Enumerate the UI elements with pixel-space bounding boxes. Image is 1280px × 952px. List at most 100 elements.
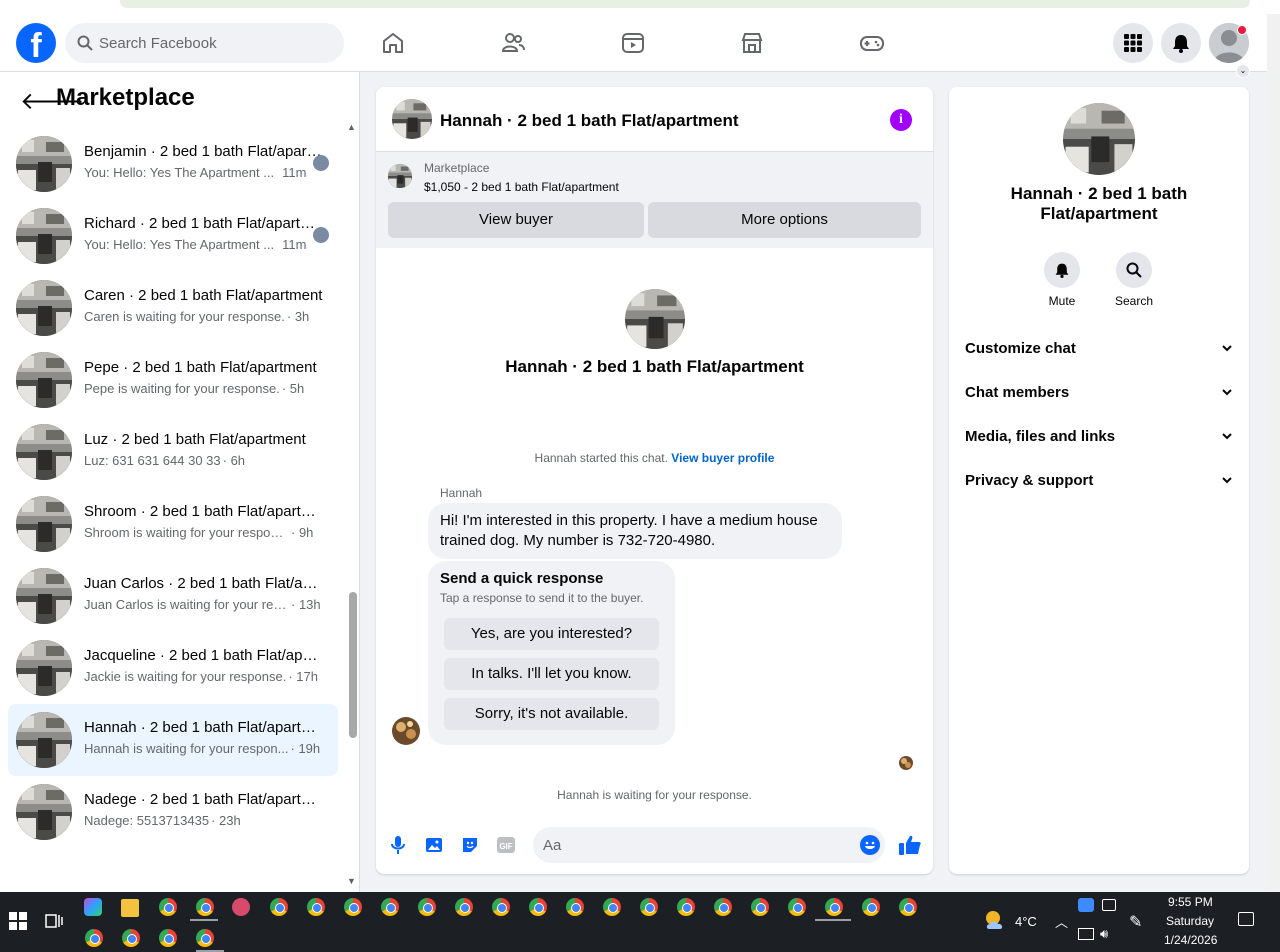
conversation-row[interactable]: Shroom · 2 bed 1 bath Flat/apartment Shro… — [8, 488, 338, 560]
sender-avatar[interactable] — [392, 717, 420, 745]
pen-icon[interactable]: ✎ — [1129, 912, 1142, 932]
chrome-taskbar-icon[interactable] — [603, 898, 621, 916]
conversation-row[interactable]: Pepe · 2 bed 1 bath Flat/apartment Pepe i… — [8, 344, 338, 416]
conversation-list: Keyel · 2 bed 1 bath Flat/apartmentYou: … — [8, 72, 338, 848]
search-input[interactable] — [99, 23, 329, 63]
quick-response-button[interactable]: Yes, are you interested? — [444, 618, 659, 650]
copilot-icon[interactable] — [84, 898, 102, 916]
conversation-row[interactable]: Hannah · 2 bed 1 bath Flat/apartment Hann… — [8, 704, 338, 776]
conversation-row[interactable]: Luz · 2 bed 1 bath Flat/apartment Luz: 63… — [8, 416, 338, 488]
chrome-taskbar-icon[interactable] — [751, 898, 769, 916]
search-conversation-button[interactable]: Search — [1104, 252, 1164, 308]
conversation-row[interactable]: Benjamin · 2 bed 1 bath Flat/apartment Yo… — [8, 128, 338, 200]
chrome-taskbar-icon[interactable] — [196, 898, 214, 916]
notifications-icon[interactable] — [1161, 23, 1201, 63]
mute-button[interactable]: Mute — [1032, 252, 1092, 308]
chrome-taskbar-icon[interactable] — [640, 898, 658, 916]
onedrive-icon[interactable] — [1078, 898, 1094, 912]
conversation-time: · 3h — [286, 309, 310, 324]
notification-center-icon[interactable] — [1238, 912, 1254, 926]
volume-icon[interactable]: 🔊︎ — [1100, 926, 1108, 942]
sticker-icon[interactable] — [458, 833, 482, 857]
menu-grid-icon[interactable] — [1113, 23, 1153, 63]
gif-icon[interactable]: GIF — [494, 833, 518, 857]
chrome-taskbar-icon[interactable] — [788, 898, 806, 916]
clock-time[interactable]: 9:55 PM — [1168, 895, 1213, 909]
sidebar-scrollbar-thumb[interactable] — [349, 592, 357, 738]
chrome-taskbar-icon[interactable] — [492, 898, 510, 916]
message-composer[interactable] — [533, 827, 885, 863]
listing-thumbnail[interactable] — [392, 99, 432, 139]
chrome-taskbar-icon[interactable] — [677, 898, 695, 916]
customize-chat-section[interactable]: Customize chat — [965, 327, 1233, 371]
weather-icon[interactable] — [983, 909, 1007, 931]
conversation-row[interactable]: Nadege · 2 bed 1 bath Flat/apartment Nade… — [8, 776, 338, 848]
app-icon[interactable] — [232, 898, 250, 916]
bell-icon — [1044, 252, 1080, 288]
chrome-taskbar-icon[interactable] — [566, 898, 584, 916]
emoji-icon[interactable] — [860, 835, 880, 855]
conversation-row[interactable]: Juan Carlos · 2 bed 1 bath Flat/apartmen… — [8, 560, 338, 632]
chrome-taskbar-icon[interactable] — [714, 898, 732, 916]
conversation-row[interactable]: Caren · 2 bed 1 bath Flat/apartment Caren… — [8, 272, 338, 344]
privacy-support-section[interactable]: Privacy & support — [965, 459, 1233, 503]
page-scrollbar[interactable] — [1267, 14, 1280, 892]
chevron-down-icon[interactable]: ⌄ — [1236, 64, 1250, 78]
file-explorer-icon[interactable] — [121, 899, 139, 917]
conversation-time: · 23h — [211, 813, 241, 828]
chrome-taskbar-icon[interactable] — [344, 898, 362, 916]
conversation-row[interactable]: Richard · 2 bed 1 bath Flat/apartment You… — [8, 200, 338, 272]
chat-header: Hannah · 2 bed 1 bath Flat/apartment i — [376, 87, 933, 152]
chrome-taskbar-icon[interactable] — [529, 898, 547, 916]
quick-response-button[interactable]: In talks. I'll let you know. — [444, 658, 659, 690]
chrome-taskbar-icon[interactable] — [455, 898, 473, 916]
view-buyer-profile-link[interactable]: View buyer profile — [671, 451, 774, 465]
quick-response-button[interactable]: Sorry, it's not available. — [444, 698, 659, 730]
chrome-taskbar-icon[interactable] — [381, 898, 399, 916]
task-view-icon[interactable] — [45, 912, 63, 930]
chrome-taskbar-icon[interactable] — [307, 898, 325, 916]
more-options-button[interactable]: More options — [648, 202, 921, 238]
video-icon[interactable] — [616, 26, 650, 60]
camera-icon[interactable] — [1102, 899, 1116, 911]
chrome-taskbar-icon[interactable] — [196, 929, 214, 947]
conversation-row[interactable]: Jacqueline · 2 bed 1 bath Flat/apartment… — [8, 632, 338, 704]
like-icon[interactable] — [898, 833, 922, 857]
network-icon[interactable] — [1078, 928, 1094, 940]
message-input[interactable] — [543, 827, 843, 863]
marketplace-icon[interactable] — [735, 26, 769, 60]
windows-start-icon[interactable] — [9, 912, 27, 930]
clock-date[interactable]: 1/24/2026 — [1164, 933, 1217, 947]
info-icon[interactable]: i — [890, 109, 912, 131]
scroll-down-icon[interactable]: ▼ — [347, 876, 356, 886]
chat-info-avatar[interactable] — [1063, 103, 1135, 175]
facebook-logo[interactable]: f — [16, 23, 56, 63]
chrome-taskbar-icon[interactable] — [85, 929, 103, 947]
chrome-taskbar-icon[interactable] — [899, 898, 917, 916]
scroll-up-icon[interactable]: ▲ — [347, 122, 356, 132]
chrome-taskbar-icon[interactable] — [862, 898, 880, 916]
chat-members-section[interactable]: Chat members — [965, 371, 1233, 415]
chrome-taskbar-icon[interactable] — [122, 929, 140, 947]
chevron-up-icon[interactable]: ︿ — [1055, 912, 1068, 931]
clock-day[interactable]: Saturday — [1166, 914, 1214, 928]
conversation-name: Shroom · 2 bed 1 bath Flat/apartment — [84, 503, 324, 520]
friends-icon[interactable] — [496, 26, 530, 60]
view-buyer-button[interactable]: View buyer — [388, 202, 644, 238]
chrome-taskbar-icon[interactable] — [418, 898, 436, 916]
home-icon[interactable] — [376, 26, 410, 60]
chrome-taskbar-icon[interactable] — [825, 898, 843, 916]
photo-icon[interactable] — [422, 833, 446, 857]
chrome-taskbar-icon[interactable] — [270, 898, 288, 916]
microphone-icon[interactable] — [386, 833, 410, 857]
browser-address-strip — [0, 0, 1280, 14]
search-box[interactable] — [65, 23, 344, 63]
conversation-name: Hannah · 2 bed 1 bath Flat/apartment — [84, 719, 324, 736]
listing-mini-thumbnail — [388, 164, 412, 188]
chrome-taskbar-icon[interactable] — [159, 898, 177, 916]
gaming-icon[interactable] — [855, 26, 889, 60]
media-files-links-section[interactable]: Media, files and links — [965, 415, 1233, 459]
conversation-snippet: Jackie is waiting for your response. — [84, 669, 287, 684]
chat-window: Hannah · 2 bed 1 bath Flat/apartment i M… — [376, 87, 933, 874]
chrome-taskbar-icon[interactable] — [159, 929, 177, 947]
